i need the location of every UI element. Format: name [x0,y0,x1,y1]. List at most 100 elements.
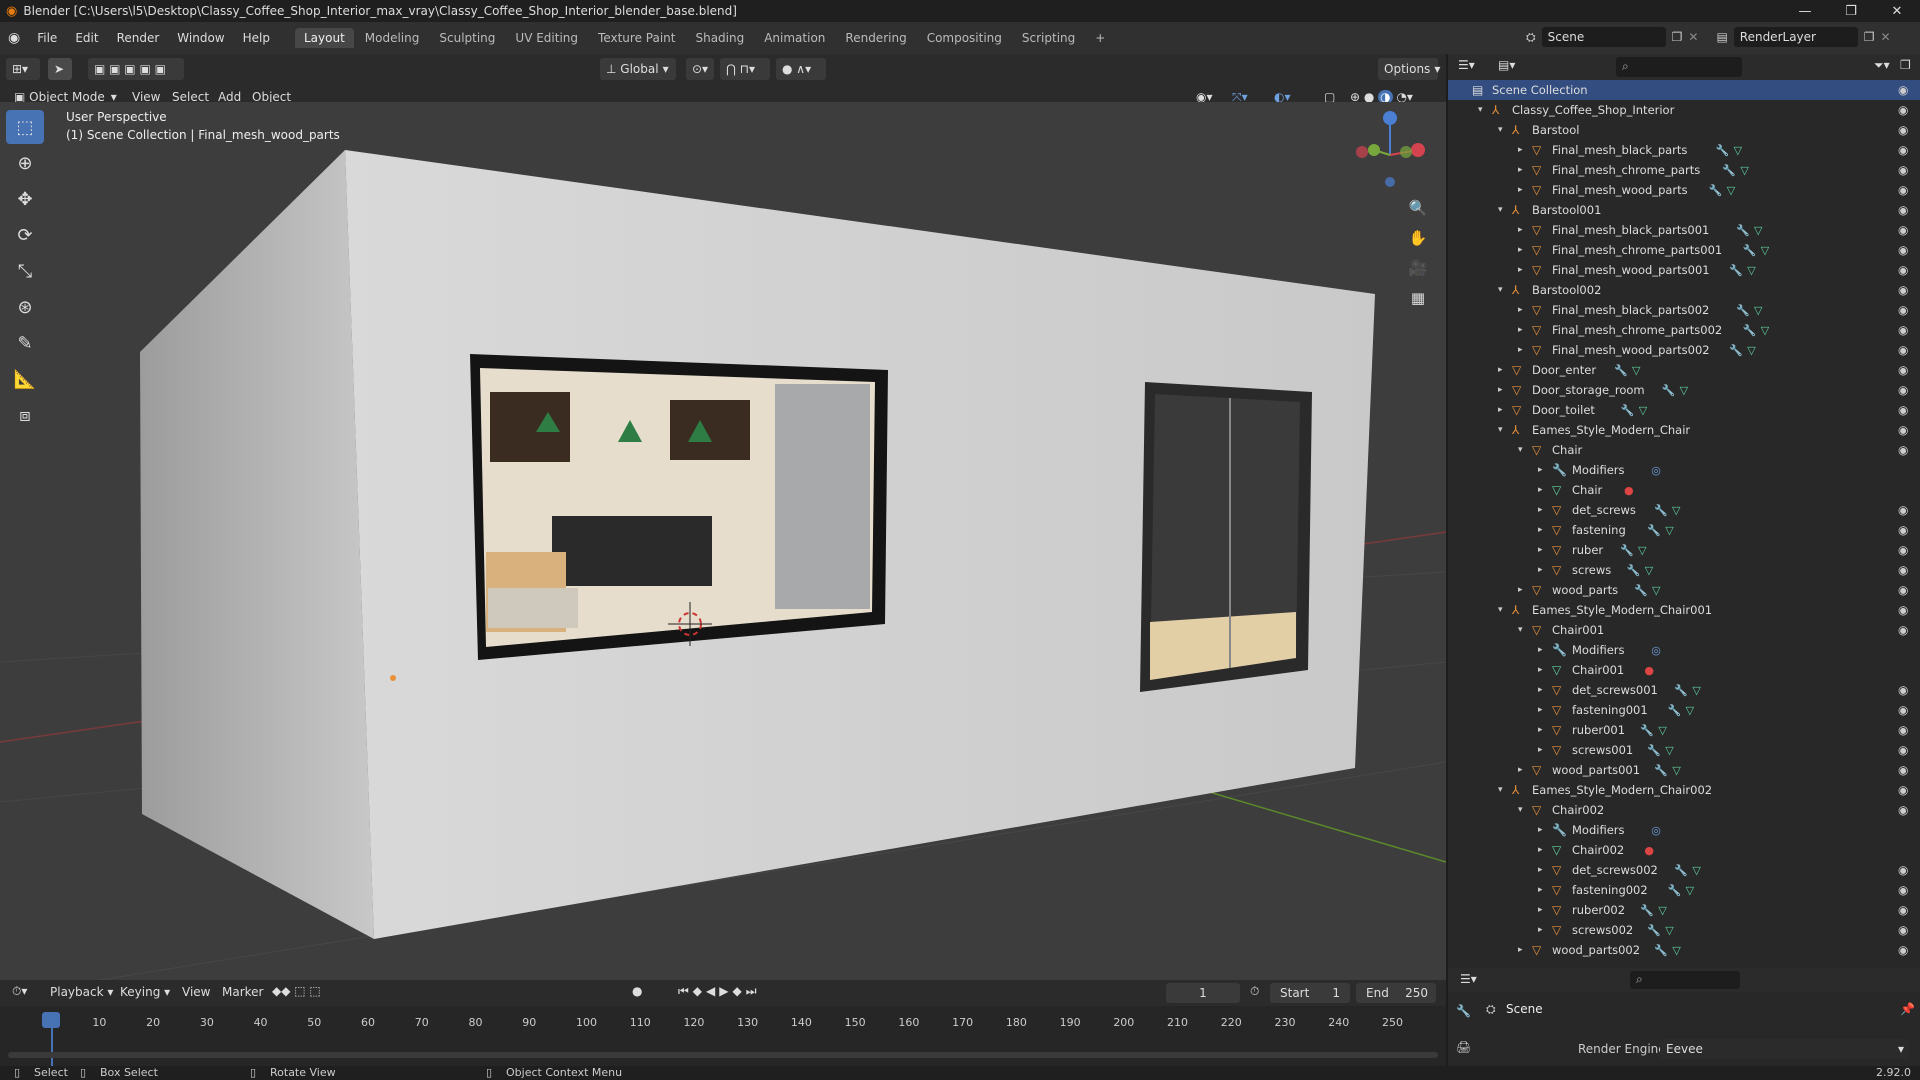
tab-scripting[interactable]: Scripting [1013,28,1084,48]
visibility-eye-icon[interactable]: ◉ [1898,903,1908,917]
display-mode-icon[interactable]: ▤▾ [1498,58,1515,72]
outliner-row[interactable]: ▸ ▽ Final_mesh_black_parts 🔧 ▽ ◉ [1448,140,1920,160]
expand-arrow-icon[interactable]: ▸ [1518,945,1523,955]
tab-uv-editing[interactable]: UV Editing [506,28,587,48]
outliner-row[interactable]: ▸ ▽ Chair002 ● [1448,840,1920,860]
viewport-scene[interactable] [0,102,1446,980]
outliner-row[interactable]: ▾ ⅄ Barstool001 ◉ [1448,200,1920,220]
building-side-wall[interactable] [140,150,374,939]
tab-modeling[interactable]: Modeling [356,28,429,48]
3d-viewport[interactable] [0,102,1446,980]
collapse-arrow-icon[interactable]: ▾ [1518,625,1523,635]
timeline-editor-icon[interactable]: ⏱▾ [12,984,27,999]
collapse-arrow-icon[interactable]: ▾ [1518,805,1523,815]
mesh-data-icon[interactable]: ▽ [1672,764,1680,777]
outliner-row[interactable]: ▾ ⅄ Barstool002 ◉ [1448,280,1920,300]
output-tab-icon[interactable]: 🖨 [1456,1040,1471,1054]
modifier-wrench-icon[interactable]: 🔧 [1668,884,1682,897]
modifier-wrench-icon[interactable]: 🔧 [1709,184,1723,197]
selection-mode-buttons[interactable]: ▣ ▣ ▣ ▣ ▣ [88,58,184,80]
outliner-row[interactable]: ▾ ▽ Chair001 ◉ [1448,620,1920,640]
expand-arrow-icon[interactable]: ▸ [1538,465,1543,475]
outliner-row[interactable]: ▾ ⅄ Eames_Style_Modern_Chair002 ◉ [1448,780,1920,800]
outliner-row[interactable]: ▸ ▽ det_screws001 🔧 ▽ ◉ [1448,680,1920,700]
collapse-arrow-icon[interactable]: ▾ [1498,785,1503,795]
expand-arrow-icon[interactable]: ▸ [1518,225,1523,235]
mesh-data-icon[interactable]: ▽ [1761,244,1769,257]
playback-controls[interactable]: ⏮◆◀▶◆⏭ [678,984,761,999]
axis-gizmo[interactable] [1350,110,1430,200]
mesh-data-icon[interactable]: ▽ [1672,944,1680,957]
outliner-row[interactable]: ▾ ⅄ Barstool ◉ [1448,120,1920,140]
visibility-eye-icon[interactable]: ◉ [1898,103,1908,117]
keying-menu[interactable]: Keying ▾ [120,985,170,999]
outliner-row[interactable]: ▸ 🔧 Modifiers ◎ [1448,460,1920,480]
end-frame-field[interactable]: End 250 [1356,983,1436,1003]
camera-view-button[interactable]: 🎥 [1404,254,1432,282]
scale-tool[interactable]: ⤡ [6,254,44,288]
outliner-row[interactable]: ▾ ⅄ Eames_Style_Modern_Chair ◉ [1448,420,1920,440]
expand-arrow-icon[interactable]: ▸ [1538,685,1543,695]
scene-icon[interactable]: ⛭ [1526,30,1536,45]
outliner-row[interactable]: ▸ ▽ screws002 🔧 ▽ ◉ [1448,920,1920,940]
minimize-button[interactable]: — [1782,0,1828,22]
outliner-row[interactable]: ▸ ▽ Final_mesh_chrome_parts001 🔧 ▽ ◉ [1448,240,1920,260]
outliner-row[interactable]: ▸ ▽ Final_mesh_black_parts002 🔧 ▽ ◉ [1448,300,1920,320]
pin-icon[interactable]: 📌 [1900,1002,1915,1016]
outliner-row[interactable]: ▸ ▽ fastening002 🔧 ▽ ◉ [1448,880,1920,900]
properties-search-input[interactable]: ⌕ [1630,971,1740,989]
outliner-row[interactable]: ▸ ▽ Door_storage_room 🔧 ▽ ◉ [1448,380,1920,400]
visibility-eye-icon[interactable]: ◉ [1898,283,1908,297]
outliner-row[interactable]: ▸ ▽ wood_parts 🔧 ▽ ◉ [1448,580,1920,600]
modifier-settings-icon[interactable]: ◎ [1651,464,1661,477]
new-layer-icon[interactable]: ❐ [1864,30,1875,44]
pan-button[interactable]: ✋ [1404,224,1432,252]
expand-arrow-icon[interactable]: ▸ [1538,885,1543,895]
expand-arrow-icon[interactable]: ▸ [1538,825,1543,835]
outliner-row[interactable]: ▤ Scene Collection ◉ [1448,80,1920,100]
visibility-eye-icon[interactable]: ◉ [1898,383,1908,397]
close-button[interactable]: ✕ [1874,0,1920,22]
visibility-eye-icon[interactable]: ◉ [1898,363,1908,377]
tab-sculpting[interactable]: Sculpting [430,28,504,48]
expand-arrow-icon[interactable]: ▸ [1538,845,1543,855]
visibility-eye-icon[interactable]: ◉ [1898,163,1908,177]
mesh-data-icon[interactable]: ▽ [1638,544,1646,557]
tweak-tool-button[interactable]: ➤ [48,58,72,80]
mesh-data-icon[interactable]: ▽ [1761,324,1769,337]
modifier-wrench-icon[interactable]: 🔧 [1627,564,1641,577]
add-cube-tool[interactable]: ⧈ [6,398,44,432]
expand-arrow-icon[interactable]: ▸ [1518,185,1523,195]
expand-arrow-icon[interactable]: ▸ [1538,705,1543,715]
modifier-wrench-icon[interactable]: 🔧 [1640,724,1654,737]
expand-arrow-icon[interactable]: ▸ [1518,265,1523,275]
outliner-search-input[interactable]: ⌕ [1616,57,1742,77]
expand-arrow-icon[interactable]: ▸ [1538,565,1543,575]
expand-arrow-icon[interactable]: ▸ [1538,725,1543,735]
playback-menu[interactable]: Playback ▾ [50,985,113,999]
visibility-eye-icon[interactable]: ◉ [1898,523,1908,537]
expand-arrow-icon[interactable]: ▸ [1518,145,1523,155]
outliner-row[interactable]: ▸ ▽ ruber002 🔧 ▽ ◉ [1448,900,1920,920]
outliner-row[interactable]: ▸ ▽ Final_mesh_wood_parts 🔧 ▽ ◉ [1448,180,1920,200]
material-icon[interactable]: ● [1644,844,1654,857]
visibility-eye-icon[interactable]: ◉ [1898,943,1908,957]
snap-button[interactable]: ⋂ ⊓▾ [720,58,770,80]
visibility-eye-icon[interactable]: ◉ [1898,203,1908,217]
collapse-arrow-icon[interactable]: ▾ [1478,105,1483,115]
delete-layer-icon[interactable]: ✕ [1881,30,1891,44]
modifier-wrench-icon[interactable]: 🔧 [1743,244,1757,257]
tab-layout[interactable]: Layout [294,28,354,48]
pivot-point-button[interactable]: ⊙▾ [686,58,714,80]
collapse-arrow-icon[interactable]: ▾ [1518,445,1523,455]
stopwatch-icon[interactable]: ⏱ [1250,984,1259,999]
render-layer-icon[interactable]: ▤ [1716,30,1727,44]
mesh-data-icon[interactable]: ▽ [1747,344,1755,357]
proportional-edit-button[interactable]: ● ∧▾ [776,58,826,80]
mesh-data-icon[interactable]: ▽ [1672,504,1680,517]
tab-compositing[interactable]: Compositing [918,28,1011,48]
visibility-eye-icon[interactable]: ◉ [1898,563,1908,577]
modifier-wrench-icon[interactable]: 🔧 [1674,864,1688,877]
rotate-tool[interactable]: ⟳ [6,218,44,252]
filter-icon[interactable]: ⏷▾ [1874,58,1890,73]
